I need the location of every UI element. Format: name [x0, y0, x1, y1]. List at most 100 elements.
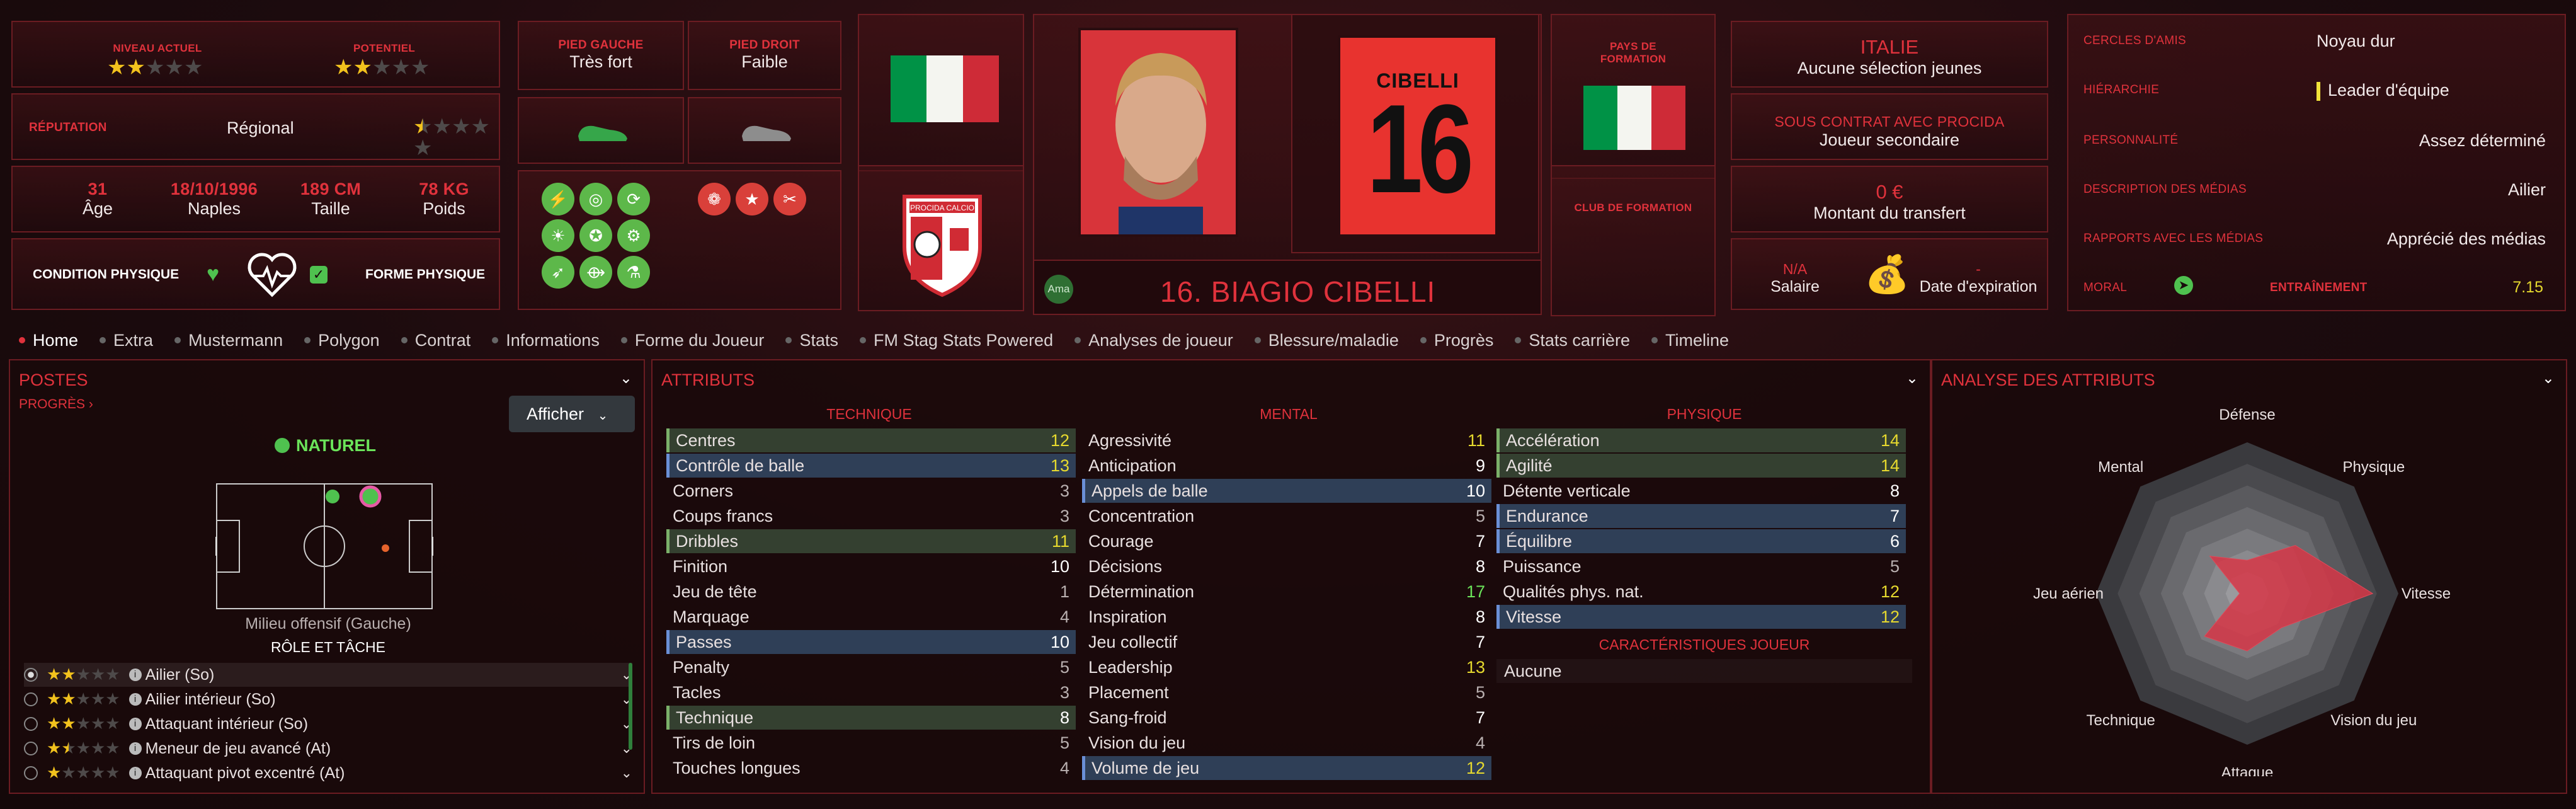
- show-button[interactable]: Afficher ⌄: [509, 396, 635, 432]
- attribute-row[interactable]: Détermination 17: [1082, 580, 1491, 604]
- star-icon: ★: [105, 738, 120, 757]
- friends-value: Noyau dur: [2317, 32, 2395, 50]
- attribute-row[interactable]: Vitesse 12: [1496, 605, 1906, 629]
- info-icon[interactable]: i: [128, 668, 142, 681]
- star-icon: ★: [76, 713, 91, 733]
- tab-contrat[interactable]: Contrat: [401, 330, 470, 350]
- attribute-row[interactable]: Appels de balle 10: [1082, 479, 1491, 503]
- traits-title: CARACTÉRISTIQUES JOUEUR: [1599, 636, 1810, 653]
- trait-icon[interactable]: ☀: [542, 219, 574, 252]
- attribute-row[interactable]: Corners 3: [666, 479, 1076, 503]
- tab-mustermann[interactable]: Mustermann: [174, 330, 283, 350]
- attribute-row[interactable]: Équilibre 6: [1496, 529, 1906, 553]
- trait-icon[interactable]: ⚡: [542, 183, 574, 215]
- attribute-row[interactable]: Jeu de tête 1: [666, 580, 1076, 604]
- role-radio[interactable]: [24, 692, 38, 706]
- positions-collapse-icon[interactable]: ⌄: [620, 369, 632, 387]
- role-row[interactable]: ★★★★★ i Attaquant pivot excentré (At) ⌄: [24, 761, 632, 785]
- negative-trait-icon[interactable]: ❁: [698, 183, 731, 215]
- attribute-row[interactable]: Puissance 5: [1496, 554, 1906, 578]
- role-radio[interactable]: [24, 668, 38, 682]
- roles-scrollbar[interactable]: [629, 663, 632, 750]
- attribute-row[interactable]: Technique 8: [666, 706, 1076, 730]
- attribute-name: Concentration: [1088, 506, 1195, 525]
- attribute-row[interactable]: Sang-froid 7: [1082, 706, 1491, 730]
- attribute-row[interactable]: Coups francs 3: [666, 504, 1076, 528]
- attribute-row[interactable]: Tirs de loin 5: [666, 731, 1076, 755]
- attribute-row[interactable]: Concentration 5: [1082, 504, 1491, 528]
- attribute-row[interactable]: Centres 12: [666, 428, 1076, 452]
- tab-timeline[interactable]: Timeline: [1651, 330, 1729, 350]
- trait-icon[interactable]: ⚗: [617, 256, 650, 289]
- info-icon[interactable]: i: [128, 742, 142, 755]
- tab-fm-stag-stats-powered[interactable]: FM Stag Stats Powered: [859, 330, 1053, 350]
- tab-analyses-de-joueur[interactable]: Analyses de joueur: [1074, 330, 1233, 350]
- trait-icon[interactable]: ✪: [579, 219, 612, 252]
- attribute-value: 5: [1059, 733, 1069, 752]
- attribute-row[interactable]: Leadership 13: [1082, 655, 1491, 679]
- info-icon[interactable]: i: [128, 767, 142, 779]
- attribute-row[interactable]: Contrôle de balle 13: [666, 454, 1076, 478]
- attributes-collapse-icon[interactable]: ⌄: [1906, 369, 1918, 387]
- attribute-row[interactable]: Dribbles 11: [666, 529, 1076, 553]
- tab-home[interactable]: Home: [19, 330, 78, 350]
- attribute-row[interactable]: Jeu collectif 7: [1082, 630, 1491, 654]
- info-icon[interactable]: i: [128, 693, 142, 706]
- attribute-row[interactable]: Détente verticale 8: [1496, 479, 1906, 503]
- condition-panel: CONDITION PHYSIQUE ♥ ✓ FORME PHYSIQUE: [11, 238, 500, 310]
- attribute-row[interactable]: Passes 10: [666, 630, 1076, 654]
- form-label: FORME PHYSIQUE: [365, 267, 486, 282]
- tab-informations[interactable]: Informations: [492, 330, 600, 350]
- attribute-row[interactable]: Accélération 14: [1496, 428, 1906, 452]
- attribute-row[interactable]: Volume de jeu 12: [1082, 756, 1491, 780]
- attribute-row[interactable]: Touches longues 4: [666, 756, 1076, 780]
- role-radio[interactable]: [24, 766, 38, 780]
- trait-icon[interactable]: ◎: [579, 183, 612, 215]
- role-row[interactable]: ★★★★★ i Ailier (So) ⌄: [24, 663, 632, 687]
- star-icon: ★: [432, 115, 452, 139]
- negative-trait-icon[interactable]: ★: [736, 183, 768, 215]
- tab-forme-du-joueur[interactable]: Forme du Joueur: [620, 330, 764, 350]
- attribute-row[interactable]: Finition 10: [666, 554, 1076, 578]
- attribute-value: 13: [1466, 657, 1485, 677]
- trait-icon[interactable]: ⟳: [617, 183, 650, 215]
- attribute-name: Vitesse: [1506, 607, 1562, 626]
- attribute-value: 4: [1475, 733, 1485, 752]
- role-row[interactable]: ★★★★★ i Ailier intérieur (So) ⌄: [24, 687, 632, 711]
- attribute-row[interactable]: Penalty 5: [666, 655, 1076, 679]
- attribute-value: 17: [1466, 582, 1485, 601]
- tab-stats-carri-re[interactable]: Stats carrière: [1515, 330, 1630, 350]
- chevron-down-icon[interactable]: ⌄: [621, 765, 632, 781]
- attribute-row[interactable]: Qualités phys. nat. 12: [1496, 580, 1906, 604]
- attribute-row[interactable]: Décisions 8: [1082, 554, 1491, 578]
- tab-progr-s[interactable]: Progrès: [1420, 330, 1493, 350]
- role-row[interactable]: ★★★★★ i Meneur de jeu avancé (At) ⌄: [24, 737, 632, 760]
- star-icon: ★: [47, 689, 62, 708]
- attribute-row[interactable]: Placement 5: [1082, 680, 1491, 704]
- attribute-row[interactable]: Marquage 4: [666, 605, 1076, 629]
- potential-stars: ★★★★★: [334, 57, 430, 78]
- attribute-row[interactable]: Inspiration 8: [1082, 605, 1491, 629]
- attribute-row[interactable]: Courage 7: [1082, 529, 1491, 553]
- role-row[interactable]: ★★★★★ i Attaquant intérieur (So) ⌄: [24, 712, 632, 736]
- tab-extra[interactable]: Extra: [100, 330, 153, 350]
- role-radio[interactable]: [24, 717, 38, 731]
- tab-polygon[interactable]: Polygon: [304, 330, 380, 350]
- tab-stats[interactable]: Stats: [785, 330, 838, 350]
- tab-blessure-maladie[interactable]: Blessure/maladie: [1254, 330, 1399, 350]
- negative-trait-icon[interactable]: ✂: [773, 183, 806, 215]
- trait-icon[interactable]: ⟴: [579, 256, 612, 289]
- attribute-row[interactable]: Endurance 7: [1496, 504, 1906, 528]
- attribute-row[interactable]: Anticipation 9: [1082, 454, 1491, 478]
- radar-axis-label: Défense: [2219, 406, 2275, 423]
- role-radio[interactable]: [24, 742, 38, 755]
- info-icon[interactable]: i: [128, 718, 142, 730]
- attribute-row[interactable]: Agressivité 11: [1082, 428, 1491, 452]
- progress-link[interactable]: PROGRÈS ›: [19, 397, 93, 412]
- attribute-row[interactable]: Vision du jeu 4: [1082, 731, 1491, 755]
- attribute-row[interactable]: Agilité 14: [1496, 454, 1906, 478]
- trait-icon[interactable]: ⚙: [617, 219, 650, 252]
- trait-icon[interactable]: ➶: [542, 256, 574, 289]
- attribute-row[interactable]: Tacles 3: [666, 680, 1076, 704]
- radar-axis-label: Attaque: [2221, 764, 2274, 776]
